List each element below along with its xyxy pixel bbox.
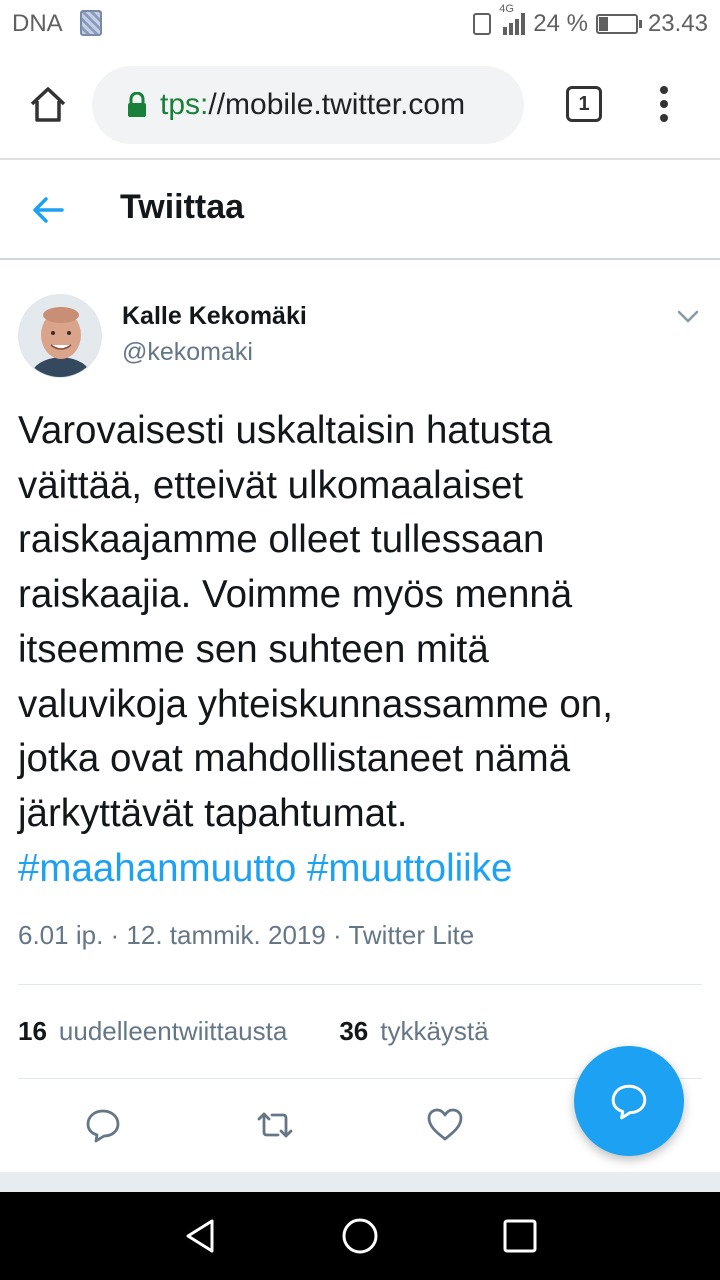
notification-icon — [80, 10, 102, 36]
tweet-text-line: järkyttävät tapahtumat. — [18, 791, 408, 835]
retweet-label[interactable]: uudelleentwiittausta — [59, 1016, 287, 1046]
compose-button[interactable] — [574, 1046, 684, 1156]
tweet-text: Varovaisesti uskaltaisin hatusta väittää… — [18, 404, 708, 896]
back-icon[interactable] — [180, 1216, 220, 1256]
retweet-icon[interactable] — [256, 1106, 294, 1144]
hashtag-link[interactable]: #maahanmuutto — [18, 847, 296, 890]
battery-icon — [595, 14, 642, 34]
page-title: Twiittaa — [120, 188, 245, 226]
vibrate-icon — [473, 13, 492, 35]
url-text: tps://mobile.twitter.com — [160, 88, 465, 122]
tweet-stats: 16 uudelleentwiittausta 36 tykkäystä — [18, 1016, 489, 1047]
network-type-label: 4G — [499, 3, 514, 15]
tweet-timestamp: 6.01 ip. · 12. tammik. 2019 · Twitter Li… — [18, 920, 475, 950]
arrow-left-icon[interactable] — [30, 192, 66, 228]
hashtag-link[interactable]: #muuttoliike — [307, 847, 512, 890]
heart-icon[interactable] — [426, 1106, 464, 1144]
carrier-label: DNA — [12, 10, 63, 37]
tweet-text-line: raiskaajamme olleet tullessaan — [18, 518, 545, 562]
tweet-text-line: väittää, etteivät ulkomaalaiset — [18, 463, 524, 507]
hashtag-line: #maahanmuutto #muuttoliike — [18, 842, 708, 897]
battery-level-fill — [598, 17, 609, 31]
url-scheme: tps: — [160, 88, 209, 121]
browser-toolbar: tps://mobile.twitter.com 1 — [0, 50, 720, 160]
tweet-text-line: raiskaajia. Voimme myös mennä — [18, 573, 573, 617]
more-vert-icon[interactable] — [650, 82, 678, 126]
retweet-count[interactable]: 16 — [18, 1016, 47, 1046]
system-navigation-bar — [0, 1192, 720, 1280]
status-bar: DNA 4G 24 % 23.43 — [0, 0, 720, 50]
page-header: Twiittaa — [0, 160, 720, 260]
url-host: //mobile.twitter.com — [208, 88, 466, 121]
tweet-text-line: valuvikoja yhteiskunnassamme on, — [18, 682, 613, 726]
author-name[interactable]: Kalle Kekomäki — [122, 302, 307, 331]
home-icon[interactable] — [26, 82, 70, 126]
signal-icon: 4G — [499, 3, 526, 35]
author-handle[interactable]: @kekomaki — [122, 338, 253, 367]
avatar-portrait — [19, 295, 101, 377]
recents-icon[interactable] — [500, 1216, 540, 1256]
clock: 23.43 — [647, 10, 708, 37]
reply-icon[interactable] — [84, 1106, 122, 1144]
tweet-text-line: Varovaisesti uskaltaisin hatusta — [18, 409, 553, 452]
tweet-text-line: itseemme sen suhteen mitä — [18, 627, 489, 671]
address-bar[interactable]: tps://mobile.twitter.com — [92, 66, 524, 144]
like-label[interactable]: tykkäystä — [380, 1016, 488, 1046]
home-circle-icon[interactable] — [340, 1216, 380, 1256]
divider — [18, 984, 702, 985]
tweet-text-line: jotka ovat mahdollistaneet nämä — [18, 737, 571, 781]
tabs-button[interactable]: 1 — [566, 86, 602, 122]
lock-icon — [128, 92, 146, 117]
compose-icon — [611, 1084, 647, 1120]
page-background-strip — [0, 1172, 720, 1192]
like-count[interactable]: 36 — [339, 1016, 368, 1046]
tab-count: 1 — [578, 93, 590, 115]
avatar[interactable] — [18, 294, 102, 378]
chevron-down-icon[interactable] — [674, 302, 702, 330]
battery-percent: 24 % — [533, 10, 588, 37]
status-indicators: 4G 24 % 23.43 — [473, 3, 708, 40]
